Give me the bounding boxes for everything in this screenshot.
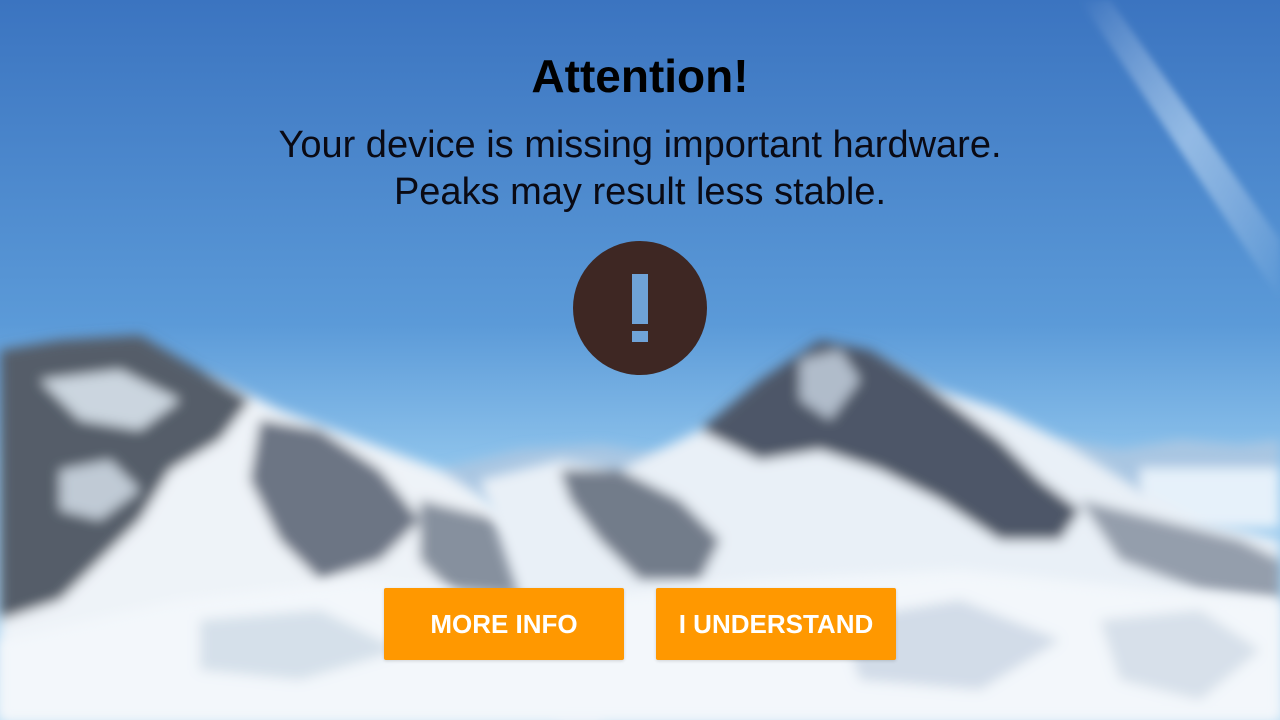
more-info-button[interactable]: MORE INFO <box>384 588 624 660</box>
i-understand-button[interactable]: I UNDERSTAND <box>656 588 896 660</box>
message-line-1: Your device is missing important hardwar… <box>278 124 1002 166</box>
dialog-message: Your device is missing important hardwar… <box>0 122 1280 216</box>
message-line-2: Peaks may result less stable. <box>393 171 887 213</box>
exclamation-icon <box>573 241 707 375</box>
dialog-title: Attention! <box>531 50 749 102</box>
